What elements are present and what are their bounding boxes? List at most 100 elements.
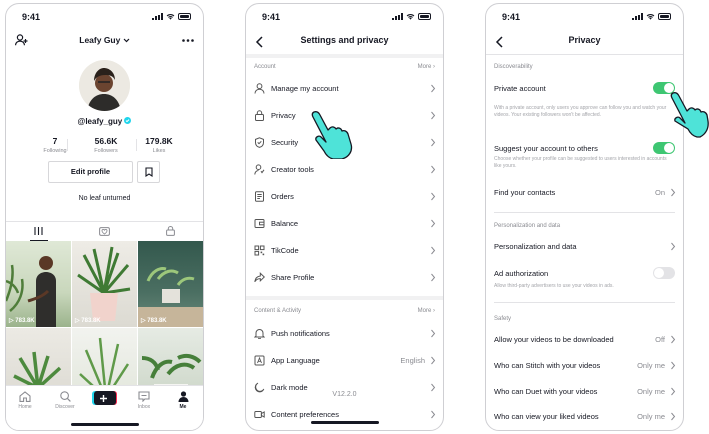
privacy-header: Privacy: [486, 30, 683, 54]
tab-me[interactable]: Me: [165, 391, 201, 410]
profile-icon: [178, 391, 188, 402]
person-icon: [254, 83, 265, 94]
settings-item-push-notifications[interactable]: Push notifications: [246, 320, 443, 347]
share-icon: [254, 272, 265, 283]
chevron-right-icon: [671, 242, 676, 251]
avatar[interactable]: [79, 60, 130, 111]
chevron-right-icon: [431, 138, 436, 147]
chevron-right-icon: [431, 246, 436, 255]
chevron-right-icon: [431, 192, 436, 201]
grid-icon: [34, 227, 43, 235]
settings-item-creator-tools[interactable]: Creator tools: [246, 156, 443, 183]
settings-item-manage-account[interactable]: Manage my account: [246, 75, 443, 102]
stat-likes[interactable]: 179.8K Likes: [137, 136, 181, 154]
section-content-activity: Content & Activity More ›: [254, 308, 435, 314]
orders-icon: [255, 191, 264, 202]
video-thumbnail[interactable]: ▷ 783.8K: [138, 241, 203, 327]
settings-item-share-profile[interactable]: Share Profile: [246, 264, 443, 291]
more-link[interactable]: More ›: [418, 308, 435, 314]
tab-liked[interactable]: [72, 222, 138, 241]
signal-icon: [152, 13, 163, 20]
stat-followers[interactable]: 56.6K Followers: [83, 136, 129, 154]
settings-item-app-language[interactable]: App Language English: [246, 347, 443, 374]
section-safety: Safety: [494, 316, 512, 322]
profile-username: Leafy Guy: [79, 35, 121, 45]
tap-hand-icon: [670, 92, 709, 138]
safety-item-liked-videos[interactable]: Who can view your liked videos Only me: [486, 405, 683, 429]
ad-authorization-toggle[interactable]: [653, 267, 675, 279]
qr-icon: [254, 245, 265, 256]
chevron-right-icon: [671, 188, 676, 197]
favorites-button[interactable]: [137, 161, 160, 183]
settings-screen: 9:41 Settings and privacy Account More ›…: [245, 3, 444, 431]
chevron-right-icon: [431, 219, 436, 228]
battery-icon: [418, 13, 431, 20]
page-title: Privacy: [568, 35, 601, 45]
safety-item-download[interactable]: Allow your videos to be downloaded Off: [486, 327, 683, 353]
video-thumbnail[interactable]: ▷ 783.8K: [72, 241, 137, 327]
bottom-tab-bar: Home Discover Inbox Me: [6, 385, 203, 430]
private-account-description: With a private account, only users you a…: [494, 105, 667, 118]
view-count: ▷ 783.8K: [75, 318, 101, 324]
chevron-right-icon: [431, 329, 436, 338]
tab-videos[interactable]: [6, 222, 72, 241]
video-thumbnail[interactable]: ▷ 783.8K: [6, 241, 71, 327]
profile-screen: 9:41 Leafy Guy @leafy_guy 7 Following 56…: [5, 3, 204, 431]
create-button[interactable]: [92, 391, 117, 405]
settings-item-tikcode[interactable]: TikCode: [246, 237, 443, 264]
bookmark-icon: [145, 167, 153, 177]
app-version: V12.2.0: [332, 391, 357, 398]
ad-authorization-label: Ad authorization: [494, 269, 549, 278]
bell-icon: [254, 329, 265, 339]
chevron-right-icon: [671, 387, 676, 396]
verified-icon: [124, 117, 132, 124]
find-contacts-row[interactable]: Find your contacts On: [486, 180, 683, 206]
creator-icon: [254, 164, 265, 175]
profile-bio: No leaf unturned: [78, 195, 131, 202]
inbox-icon: [138, 391, 150, 402]
ad-authorization-description: Allow third-party advertisers to use you…: [494, 283, 614, 289]
home-indicator: [70, 423, 139, 426]
shield-icon: [255, 137, 264, 148]
chevron-right-icon: [431, 111, 436, 120]
wallet-icon: [254, 219, 265, 228]
status-bar: 9:41: [246, 12, 443, 24]
home-indicator: [310, 421, 379, 424]
chevron-right-icon: [671, 361, 676, 370]
settings-item-balance[interactable]: Balance: [246, 210, 443, 237]
home-icon: [19, 391, 31, 402]
settings-header: Settings and privacy: [246, 30, 443, 54]
status-time: 9:41: [22, 12, 41, 22]
chevron-right-icon: [431, 84, 436, 93]
settings-item-orders[interactable]: Orders: [246, 183, 443, 210]
search-icon: [59, 391, 71, 402]
suggest-account-description: Choose whether your profile can be sugge…: [494, 156, 667, 169]
chevron-right-icon: [431, 410, 436, 419]
tab-inbox[interactable]: Inbox: [126, 391, 162, 410]
chevron-right-icon: [671, 335, 676, 344]
more-link[interactable]: More ›: [418, 64, 435, 70]
status-bar: 9:41: [6, 12, 203, 24]
stat-following[interactable]: 7 Following: [35, 136, 75, 154]
suggest-account-toggle[interactable]: [653, 142, 675, 154]
tap-hand-icon: [311, 111, 353, 159]
edit-profile-button[interactable]: Edit profile: [48, 161, 133, 183]
plus-icon: [100, 394, 107, 402]
private-account-label: Private account: [494, 84, 546, 93]
lock-icon: [166, 226, 175, 236]
more-options-icon[interactable]: [182, 39, 194, 42]
language-icon: [254, 355, 265, 366]
account-switcher[interactable]: Leafy Guy: [6, 35, 203, 45]
tab-private[interactable]: [138, 222, 203, 241]
view-count: ▷ 783.8K: [9, 318, 35, 324]
tab-home[interactable]: Home: [7, 391, 43, 410]
tab-discover[interactable]: Discover: [47, 391, 83, 410]
personalization-row[interactable]: Personalization and data: [486, 235, 683, 259]
signal-icon: [392, 13, 403, 20]
lock-icon: [255, 110, 264, 121]
page-title: Settings and privacy: [300, 35, 389, 45]
chevron-right-icon: [431, 356, 436, 365]
safety-item-duet[interactable]: Who can Duet with your videos Only me: [486, 379, 683, 405]
safety-item-stitch[interactable]: Who can Stitch with your videos Only me: [486, 353, 683, 379]
chevron-right-icon: [431, 273, 436, 282]
